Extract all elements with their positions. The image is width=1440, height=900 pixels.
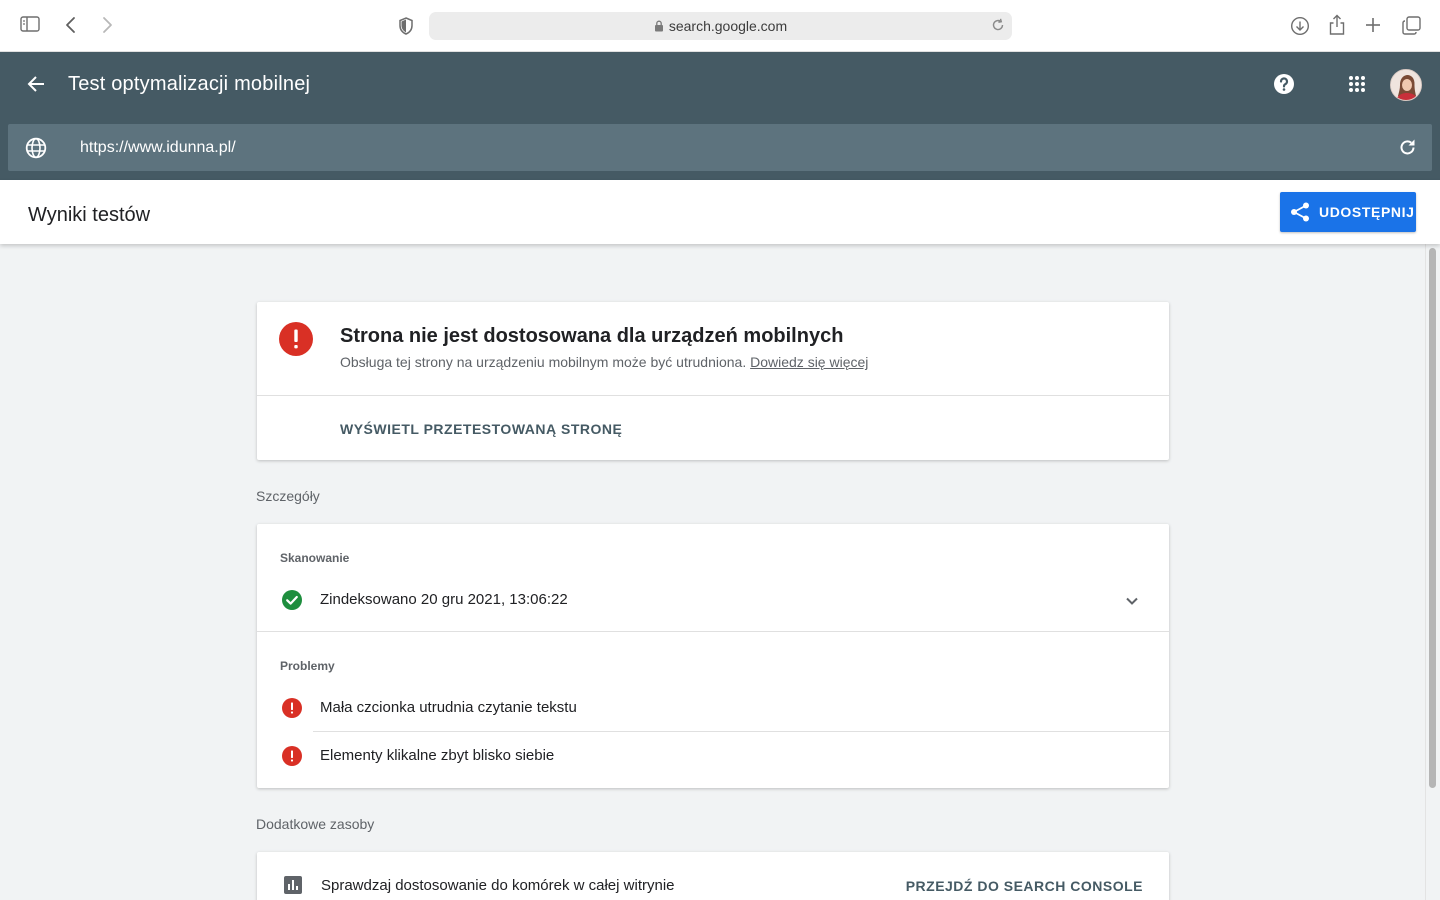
app-title: Test optymalizacji mobilnej — [68, 73, 311, 95]
address-bar[interactable]: search.google.com — [429, 12, 1012, 40]
learn-more-link[interactable]: Dowiedz się więcej — [750, 354, 868, 370]
sidebar-icon[interactable] — [20, 16, 40, 32]
results-header: Wyniki testów UDOSTĘPNIJ — [0, 180, 1440, 244]
chevron-down-icon[interactable] — [1121, 590, 1143, 617]
verdict-description: Obsługa tej strony na urządzeniu mobilny… — [340, 353, 868, 371]
share-nodes-icon — [1291, 202, 1309, 222]
divider — [313, 731, 1169, 732]
problem-item[interactable]: Mała czcionka utrudnia czytanie tekstu — [320, 698, 577, 717]
forward-icon[interactable] — [100, 16, 114, 34]
lock-icon — [654, 20, 664, 32]
avatar[interactable] — [1390, 69, 1422, 101]
refresh-icon[interactable] — [1398, 138, 1417, 157]
shield-icon[interactable] — [398, 17, 414, 35]
url-input[interactable]: https://www.idunna.pl/ — [8, 124, 1432, 171]
app-header: Test optymalizacji mobilnej https://www.… — [0, 52, 1440, 180]
verdict-card: Strona nie jest dostosowana dla urządzeń… — [257, 302, 1169, 460]
problems-label: Problemy — [280, 659, 335, 673]
error-icon — [279, 322, 313, 361]
verdict-description-text: Obsługa tej strony na urządzeniu mobilny… — [340, 354, 747, 370]
reload-icon[interactable] — [991, 18, 1005, 32]
globe-icon — [25, 137, 47, 159]
share-button[interactable]: UDOSTĘPNIJ — [1280, 192, 1416, 232]
share-label: UDOSTĘPNIJ — [1319, 204, 1415, 220]
divider — [257, 395, 1169, 396]
back-icon[interactable] — [64, 16, 78, 34]
view-tested-page-button[interactable]: WYŚWIETL PRZETESTOWANĄ STRONĘ — [340, 420, 622, 438]
browser-toolbar: search.google.com — [0, 0, 1440, 52]
tabs-overview-icon[interactable] — [1402, 16, 1421, 35]
details-card: Skanowanie Zindeksowano 20 gru 2021, 13:… — [257, 524, 1169, 788]
apps-grid-icon[interactable] — [1349, 76, 1365, 92]
crawl-label: Skanowanie — [280, 551, 350, 565]
resources-section-label: Dodatkowe zasoby — [256, 816, 375, 832]
problem-item[interactable]: Elementy klikalne zbyt blisko siebie — [320, 746, 554, 765]
verdict-headline: Strona nie jest dostosowana dla urządzeń… — [340, 325, 844, 347]
scrollbar-thumb[interactable] — [1429, 248, 1436, 788]
new-tab-icon[interactable] — [1365, 17, 1381, 33]
bar-chart-icon — [284, 876, 302, 899]
help-icon[interactable] — [1273, 73, 1295, 95]
error-icon — [282, 698, 302, 723]
divider — [257, 631, 1169, 632]
resource-item-text: Sprawdzaj dostosowanie do komórek w całe… — [321, 877, 675, 894]
back-arrow-icon[interactable] — [26, 75, 46, 93]
open-search-console-button[interactable]: PRZEJDŹ DO SEARCH CONSOLE — [906, 877, 1143, 895]
check-circle-icon — [282, 590, 302, 615]
details-section-label: Szczegóły — [256, 488, 320, 504]
url-value: https://www.idunna.pl/ — [80, 139, 236, 156]
share-icon[interactable] — [1328, 14, 1346, 36]
results-title: Wyniki testów — [28, 204, 151, 226]
address-text: search.google.com — [668, 18, 788, 34]
resources-card: Sprawdzaj dostosowanie do komórek w całe… — [257, 852, 1169, 900]
error-icon — [282, 746, 302, 771]
download-icon[interactable] — [1290, 16, 1310, 36]
crawl-status[interactable]: Zindeksowano 20 gru 2021, 13:06:22 — [320, 590, 568, 609]
